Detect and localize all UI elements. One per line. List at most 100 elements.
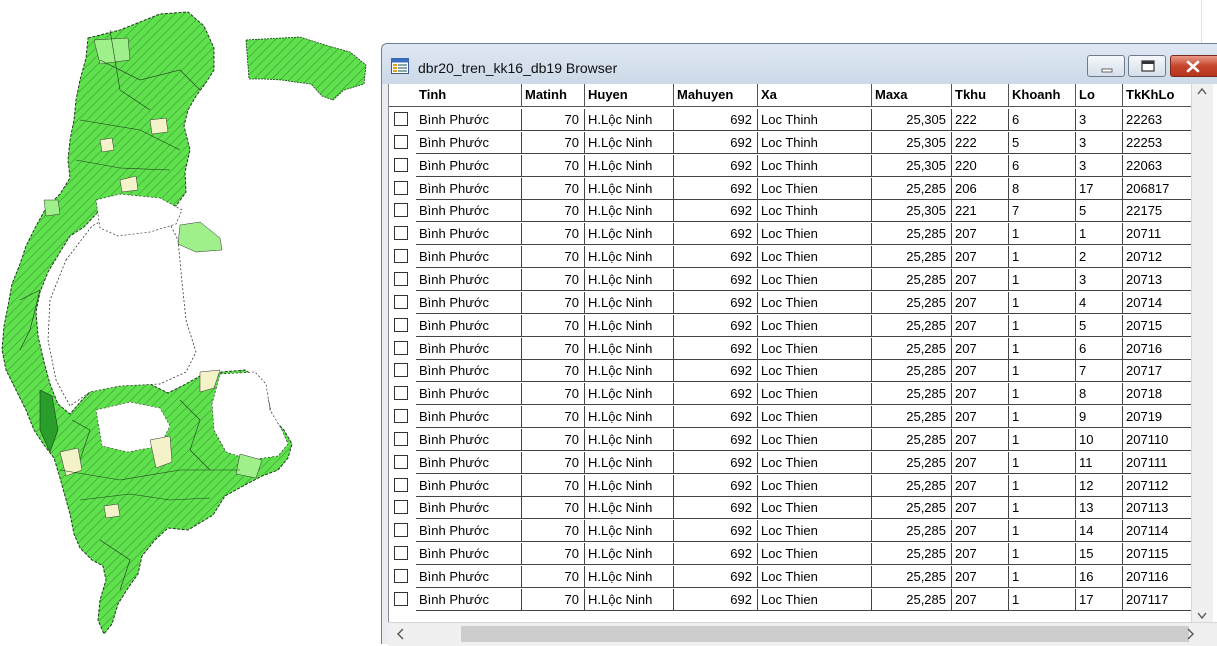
- column-header-maxa[interactable]: Maxa: [872, 84, 952, 106]
- cell-mahuyen[interactable]: 692: [674, 406, 758, 429]
- cell-tinh[interactable]: Bình Phước: [416, 474, 522, 497]
- cell-mahuyen[interactable]: 692: [674, 291, 758, 314]
- cell-huyen[interactable]: H.Lộc Ninh: [585, 154, 674, 177]
- cell-mahuyen[interactable]: 692: [674, 497, 758, 520]
- table-row[interactable]: Bình Phước 70 H.Lộc Ninh 692 Loc Thinh 25,305…: [389, 108, 1199, 131]
- cell-mahuyen[interactable]: 692: [674, 566, 758, 588]
- cell-mahuyen[interactable]: 692: [674, 268, 758, 291]
- forest-parcel-map[interactable]: [0, 0, 380, 644]
- cell-maxa[interactable]: 25,285: [872, 223, 952, 246]
- cell-tkhu[interactable]: 207: [952, 451, 1009, 474]
- cell-tinh[interactable]: Bình Phước: [416, 383, 522, 406]
- cell-huyen[interactable]: H.Lộc Ninh: [585, 497, 674, 520]
- cell-lo[interactable]: 3: [1076, 109, 1123, 131]
- cell-tkkhlo[interactable]: 207115: [1123, 543, 1199, 566]
- cell-matinh[interactable]: 70: [522, 268, 585, 291]
- cell-huyen[interactable]: H.Lộc Ninh: [585, 177, 674, 200]
- cell-lo[interactable]: 8: [1076, 383, 1123, 406]
- cell-maxa[interactable]: 25,305: [872, 154, 952, 177]
- column-header-tkkhlo[interactable]: TkKhLo: [1123, 84, 1199, 106]
- cell-tkhu[interactable]: 207: [952, 474, 1009, 497]
- cell-maxa[interactable]: 25,285: [872, 428, 952, 451]
- column-header-matinh[interactable]: Matinh: [522, 84, 585, 106]
- cell-tkkhlo[interactable]: 20718: [1123, 383, 1199, 406]
- cell-matinh[interactable]: 70: [522, 291, 585, 314]
- cell-xa[interactable]: Loc Thien: [758, 406, 872, 429]
- cell-xa[interactable]: Loc Thinh: [758, 131, 872, 154]
- cell-xa[interactable]: Loc Thien: [758, 428, 872, 451]
- cell-tkhu[interactable]: 207: [952, 268, 1009, 291]
- cell-khoanh[interactable]: 1: [1009, 360, 1076, 383]
- cell-matinh[interactable]: 70: [522, 337, 585, 360]
- cell-matinh[interactable]: 70: [522, 520, 585, 543]
- cell-mahuyen[interactable]: 692: [674, 360, 758, 383]
- cell-maxa[interactable]: 25,305: [872, 200, 952, 223]
- row-select-checkbox[interactable]: [394, 317, 408, 332]
- cell-tkhu[interactable]: 220: [952, 154, 1009, 177]
- row-select-checkbox[interactable]: [394, 591, 408, 606]
- cell-lo[interactable]: 17: [1076, 588, 1123, 611]
- cell-xa[interactable]: Loc Thinh: [758, 200, 872, 223]
- cell-tkkhlo[interactable]: 20716: [1123, 337, 1199, 360]
- row-select-checkbox[interactable]: [394, 363, 408, 378]
- cell-khoanh[interactable]: 1: [1009, 543, 1076, 566]
- cell-matinh[interactable]: 70: [522, 131, 585, 154]
- title-bar[interactable]: dbr20_tren_kk16_db19 Browser: [382, 44, 1217, 84]
- cell-tkhu[interactable]: 207: [952, 428, 1009, 451]
- cell-tkkhlo[interactable]: 20717: [1123, 360, 1199, 383]
- cell-matinh[interactable]: 70: [522, 474, 585, 497]
- table-row[interactable]: Bình Phước 70 H.Lộc Ninh 692 Loc Thinh 25,305…: [389, 199, 1199, 223]
- row-select-checkbox[interactable]: [394, 112, 408, 126]
- cell-tkhu[interactable]: 222: [952, 109, 1009, 131]
- cell-tkkhlo[interactable]: 207110: [1123, 428, 1199, 451]
- vertical-scrollbar[interactable]: [1191, 84, 1213, 624]
- cell-khoanh[interactable]: 1: [1009, 268, 1076, 291]
- cell-khoanh[interactable]: 1: [1009, 337, 1076, 360]
- cell-khoanh[interactable]: 1: [1009, 383, 1076, 406]
- column-header-tkhu[interactable]: Tkhu: [952, 84, 1009, 106]
- data-grid[interactable]: Tinh Matinh Huyen Mahuyen Xa Maxa Tkhu Khoanh Lo…: [388, 84, 1217, 644]
- cell-khoanh[interactable]: 1: [1009, 588, 1076, 611]
- cell-maxa[interactable]: 25,285: [872, 588, 952, 611]
- cell-tkhu[interactable]: 207: [952, 406, 1009, 429]
- row-select-checkbox[interactable]: [394, 134, 408, 149]
- cell-khoanh[interactable]: 1: [1009, 223, 1076, 246]
- cell-huyen[interactable]: H.Lộc Ninh: [585, 291, 674, 314]
- cell-xa[interactable]: Loc Thien: [758, 337, 872, 360]
- cell-khoanh[interactable]: 1: [1009, 520, 1076, 543]
- scroll-up-arrow-icon[interactable]: [1197, 87, 1207, 95]
- cell-maxa[interactable]: 25,285: [872, 520, 952, 543]
- cell-maxa[interactable]: 25,305: [872, 109, 952, 131]
- cell-tinh[interactable]: Bình Phước: [416, 543, 522, 566]
- scroll-right-arrow-icon[interactable]: [1187, 628, 1195, 640]
- cell-lo[interactable]: 11: [1076, 451, 1123, 474]
- cell-tinh[interactable]: Bình Phước: [416, 246, 522, 269]
- cell-huyen[interactable]: H.Lộc Ninh: [585, 406, 674, 429]
- horizontal-scrollbar[interactable]: [388, 622, 1217, 646]
- cell-maxa[interactable]: 25,285: [872, 406, 952, 429]
- cell-huyen[interactable]: H.Lộc Ninh: [585, 588, 674, 611]
- row-select-checkbox[interactable]: [394, 340, 408, 355]
- cell-maxa[interactable]: 25,285: [872, 474, 952, 497]
- table-row[interactable]: Bình Phước 70 H.Lộc Ninh 692 Loc Thien 25,285…: [389, 337, 1199, 360]
- cell-lo[interactable]: 9: [1076, 406, 1123, 429]
- cell-tinh[interactable]: Bình Phước: [416, 109, 522, 131]
- table-row[interactable]: Bình Phước 70 H.Lộc Ninh 692 Loc Thien 25,285…: [389, 519, 1199, 543]
- cell-tinh[interactable]: Bình Phước: [416, 451, 522, 474]
- cell-lo[interactable]: 16: [1076, 566, 1123, 588]
- cell-mahuyen[interactable]: 692: [674, 588, 758, 611]
- cell-huyen[interactable]: H.Lộc Ninh: [585, 474, 674, 497]
- row-select-checkbox[interactable]: [394, 477, 408, 492]
- column-header-xa[interactable]: Xa: [758, 84, 872, 106]
- cell-maxa[interactable]: 25,285: [872, 451, 952, 474]
- minimize-button[interactable]: [1087, 55, 1125, 77]
- table-row[interactable]: Bình Phước 70 H.Lộc Ninh 692 Loc Thien 25,285…: [389, 565, 1199, 588]
- cell-huyen[interactable]: H.Lộc Ninh: [585, 337, 674, 360]
- cell-xa[interactable]: Loc Thien: [758, 360, 872, 383]
- row-select-checkbox[interactable]: [394, 226, 408, 241]
- cell-tinh[interactable]: Bình Phước: [416, 566, 522, 588]
- cell-tinh[interactable]: Bình Phước: [416, 268, 522, 291]
- table-row[interactable]: Bình Phước 70 H.Lộc Ninh 692 Loc Thien 25,285…: [389, 222, 1199, 246]
- table-row[interactable]: Bình Phước 70 H.Lộc Ninh 692 Loc Thinh 25,305…: [389, 154, 1199, 177]
- row-select-checkbox[interactable]: [394, 180, 408, 195]
